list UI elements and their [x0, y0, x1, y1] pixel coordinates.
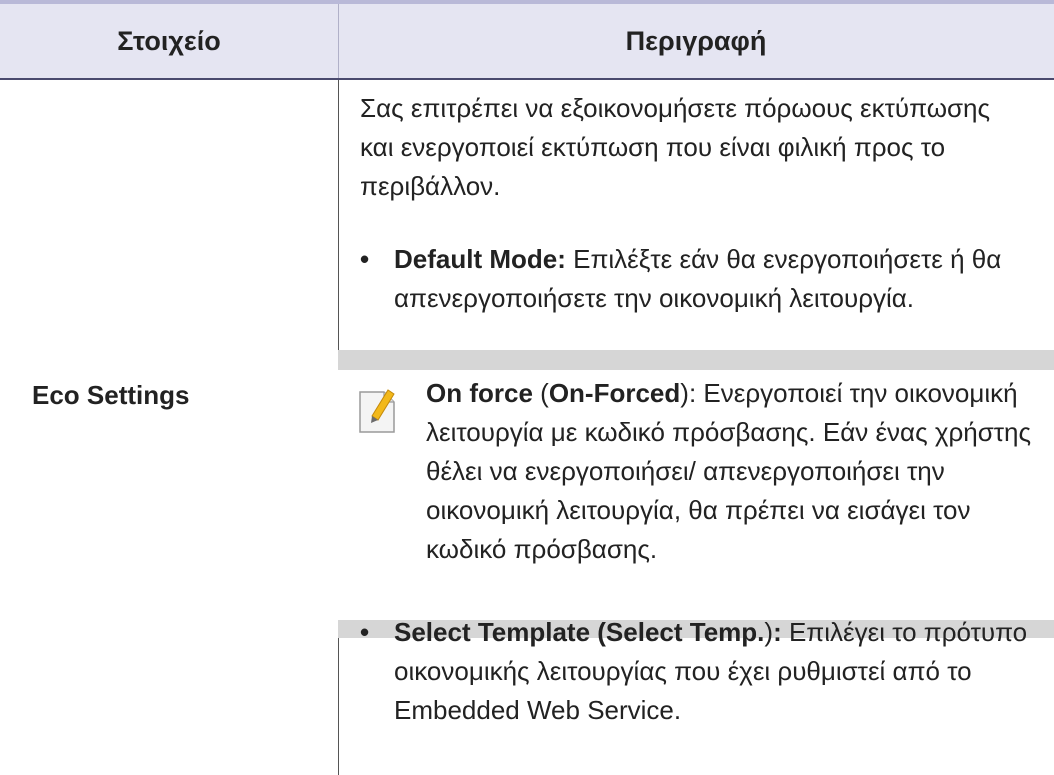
column-header-item: Στοιχείο	[117, 26, 221, 56]
note-term-on-force: On force	[426, 378, 533, 408]
header-bottom-rule	[0, 78, 1054, 80]
bullet-term: Default Mode:	[394, 244, 566, 274]
note-paren-open: (	[532, 378, 549, 408]
bullet-colon: :	[773, 617, 782, 647]
description-intro: Σας επιτρέπει να εξοικονομήσετε πόρωους …	[360, 93, 991, 201]
bullet-paren-close: )	[764, 617, 774, 647]
note-text: On force (On-Forced): Ενεργοποιεί την οι…	[426, 374, 1036, 569]
note-pencil-icon	[359, 389, 395, 433]
note-top-band	[338, 350, 1054, 370]
column-header-description: Περιγραφή	[625, 26, 767, 56]
note-term-on-forced: On-Forced	[548, 378, 681, 408]
note-paren-close: )	[680, 378, 689, 408]
bullet-dot: •	[360, 617, 370, 647]
header-column-divider	[338, 4, 339, 78]
item-name-cell: Eco Settings	[32, 380, 190, 410]
bullet-term: Select Template (Select Temp.	[394, 617, 765, 647]
bullet-dot: •	[360, 244, 370, 274]
table-header: Στοιχείο Περιγραφή	[0, 4, 1054, 78]
bullet-text: Default Mode: Επιλέξτε εάν θα ενεργοποιή…	[394, 240, 1040, 318]
bullet-text: Select Template (Select Temp.): Επιλέγει…	[394, 613, 1040, 730]
